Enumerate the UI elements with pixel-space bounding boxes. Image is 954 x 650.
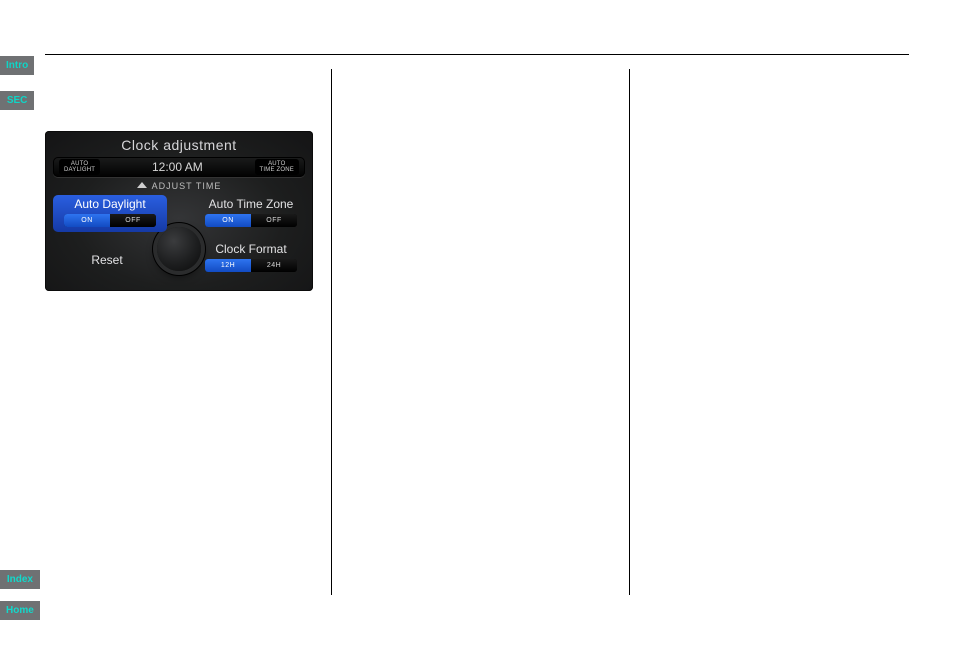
tab-sec[interactable]: SEC — [0, 91, 34, 110]
toggle-on: ON — [205, 214, 251, 227]
chip-line: DAYLIGHT — [64, 167, 95, 173]
column-middle — [331, 69, 630, 595]
adjust-text: ADJUST TIME — [152, 181, 222, 191]
toggle-on: ON — [64, 214, 110, 227]
triangle-up-icon — [137, 182, 147, 188]
toggle-12h: 12H — [205, 259, 251, 272]
current-time: 12:00 AM — [152, 160, 203, 174]
option-label: Reset — [53, 253, 161, 267]
toggle-24h: 24H — [251, 259, 297, 272]
option-auto-timezone: Auto Time Zone ON OFF — [197, 197, 305, 227]
toggle-clock-format: 12H 24H — [205, 259, 297, 272]
rotary-knob-icon — [157, 227, 201, 271]
option-label: Auto Daylight — [56, 197, 164, 211]
option-label: Auto Time Zone — [197, 197, 305, 211]
chip-line: TIME ZONE — [260, 167, 294, 173]
header-rule — [45, 54, 909, 55]
content-columns: Clock adjustment AUTO DAYLIGHT 12:00 AM … — [45, 69, 909, 595]
tab-home[interactable]: Home — [0, 601, 40, 620]
toggle-off: OFF — [110, 214, 156, 227]
car-display-title: Clock adjustment — [45, 137, 313, 153]
toggle-off: OFF — [251, 214, 297, 227]
side-tabs-bottom: Index Home — [0, 570, 40, 620]
adjust-time-label: ADJUST TIME — [45, 181, 313, 191]
tab-index[interactable]: Index — [0, 570, 40, 589]
toggle-auto-timezone: ON OFF — [205, 214, 297, 227]
option-label: Clock Format — [197, 242, 305, 256]
time-bar: AUTO DAYLIGHT 12:00 AM AUTO TIME ZONE — [53, 157, 305, 177]
chip-auto-timezone: AUTO TIME ZONE — [255, 159, 299, 175]
option-auto-daylight: Auto Daylight ON OFF — [53, 195, 167, 232]
column-left: Clock adjustment AUTO DAYLIGHT 12:00 AM … — [45, 69, 331, 595]
tab-intro[interactable]: Intro — [0, 56, 34, 75]
toggle-auto-daylight: ON OFF — [64, 214, 156, 227]
side-tabs-top: Intro SEC — [0, 56, 34, 110]
car-display-screenshot: Clock adjustment AUTO DAYLIGHT 12:00 AM … — [45, 131, 313, 291]
option-clock-format: Clock Format 12H 24H — [197, 242, 305, 272]
chip-auto-daylight: AUTO DAYLIGHT — [59, 159, 100, 175]
page: { "tabs": { "intro": "Intro", "sec": "SE… — [0, 0, 954, 650]
option-reset: Reset — [53, 242, 161, 270]
column-right — [630, 69, 909, 595]
